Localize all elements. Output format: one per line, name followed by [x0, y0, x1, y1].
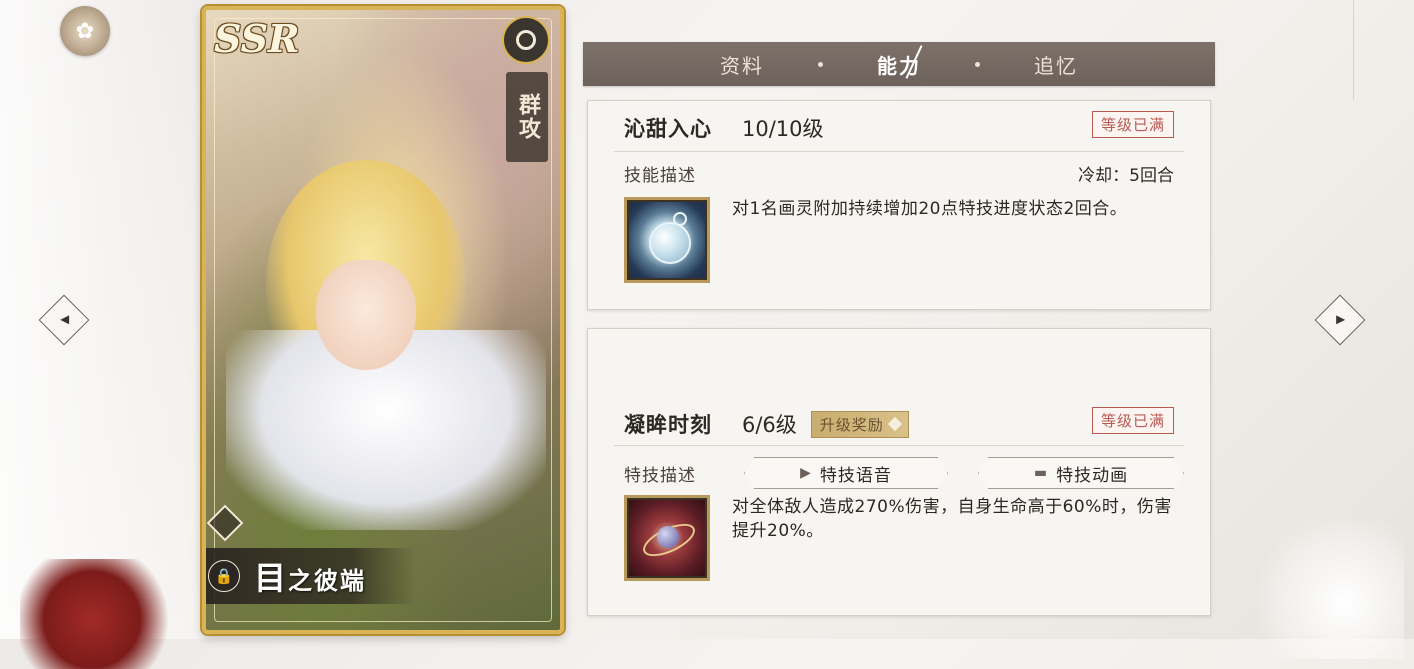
character-name-rest: 之彼端	[288, 567, 367, 595]
character-card[interactable]: SSR 群攻 🔒 目之彼端	[202, 6, 564, 634]
special-name: 凝眸时刻	[624, 413, 712, 437]
special-desc-label: 特技描述	[624, 466, 696, 486]
skill-description: 对1名画灵附加持续增加20点特技进度状态2回合。	[732, 199, 1128, 219]
divider	[614, 151, 1184, 152]
skill-panel: 沁甜入心 10/10级 等级已满 技能描述 冷却：5回合 对1名画灵附加持续增加…	[587, 100, 1211, 310]
special-voice-button[interactable]: ▶ 特技语音	[744, 457, 948, 489]
film-icon: ▬	[1033, 465, 1049, 481]
special-voice-label: 特技语音	[819, 465, 892, 486]
diamond-arrow-icon	[887, 416, 902, 432]
home-icon[interactable]: ✿	[60, 6, 110, 56]
lock-icon[interactable]: 🔒	[208, 560, 240, 592]
skill-level: 10/10级	[742, 117, 824, 141]
arrow-right-icon: ▸	[1336, 308, 1346, 330]
special-level: 6/6级	[742, 413, 797, 437]
name-banner: 🔒 目之彼端	[206, 548, 416, 604]
special-description: 对全体敌人造成270%伤害，自身生命高于60%时，伤害提升20%。	[732, 497, 1172, 541]
background-glow	[0, 0, 200, 639]
special-desc-header: 特技描述 ▶ 特技语音 ▬ 特技动画	[624, 457, 1184, 489]
skill-desc-header: 技能描述 冷却：5回合	[624, 161, 1174, 186]
skill-status-badge: 等级已满	[1091, 111, 1174, 138]
special-animation-button[interactable]: ▬ 特技动画	[978, 457, 1184, 489]
special-header: 凝眸时刻 6/6级 升级奖励 等级已满	[624, 407, 1174, 439]
character-name-main: 目	[254, 559, 289, 597]
rarity-label: SSR	[214, 16, 300, 61]
tab-profile[interactable]: 资料	[682, 50, 802, 79]
play-icon: ▶	[800, 465, 812, 481]
arrow-left-icon: ◂	[60, 308, 70, 330]
tab-memories[interactable]: 追忆	[996, 50, 1116, 79]
divider	[614, 445, 1184, 446]
skill-cooldown: 冷却：5回合	[1078, 166, 1174, 186]
petal-decoration	[1254, 519, 1404, 659]
special-panel: 凝眸时刻 6/6级 升级奖励 等级已满 特技描述 ▶ 特技语音 ▬ 特技动画 对…	[587, 328, 1211, 616]
next-arrow-button[interactable]: ▸	[1314, 294, 1366, 346]
tab-separator	[975, 61, 980, 67]
crystal-orb-icon	[624, 197, 710, 283]
upgrade-reward-label: 升级奖励	[819, 415, 884, 434]
character-name: 目之彼端	[254, 553, 366, 599]
tab-separator	[818, 61, 823, 67]
skill-desc-label: 技能描述	[624, 166, 696, 186]
role-tag: 群攻	[506, 72, 548, 162]
special-status-badge: 等级已满	[1091, 407, 1174, 434]
tab-ability[interactable]: 能力	[839, 50, 959, 79]
type-emblem-icon	[502, 16, 550, 64]
card-frame	[214, 18, 552, 622]
tab-bar: 资料 能力 追忆	[583, 42, 1215, 86]
skill-header: 沁甜入心 10/10级 等级已满	[624, 111, 1174, 143]
special-animation-label: 特技动画	[1056, 465, 1129, 486]
planet-orbit-icon	[624, 495, 710, 581]
skill-name: 沁甜入心	[624, 117, 712, 141]
rose-decoration	[20, 559, 180, 669]
frame-decoration	[1353, 0, 1394, 100]
upgrade-reward-button[interactable]: 升级奖励	[810, 410, 909, 438]
